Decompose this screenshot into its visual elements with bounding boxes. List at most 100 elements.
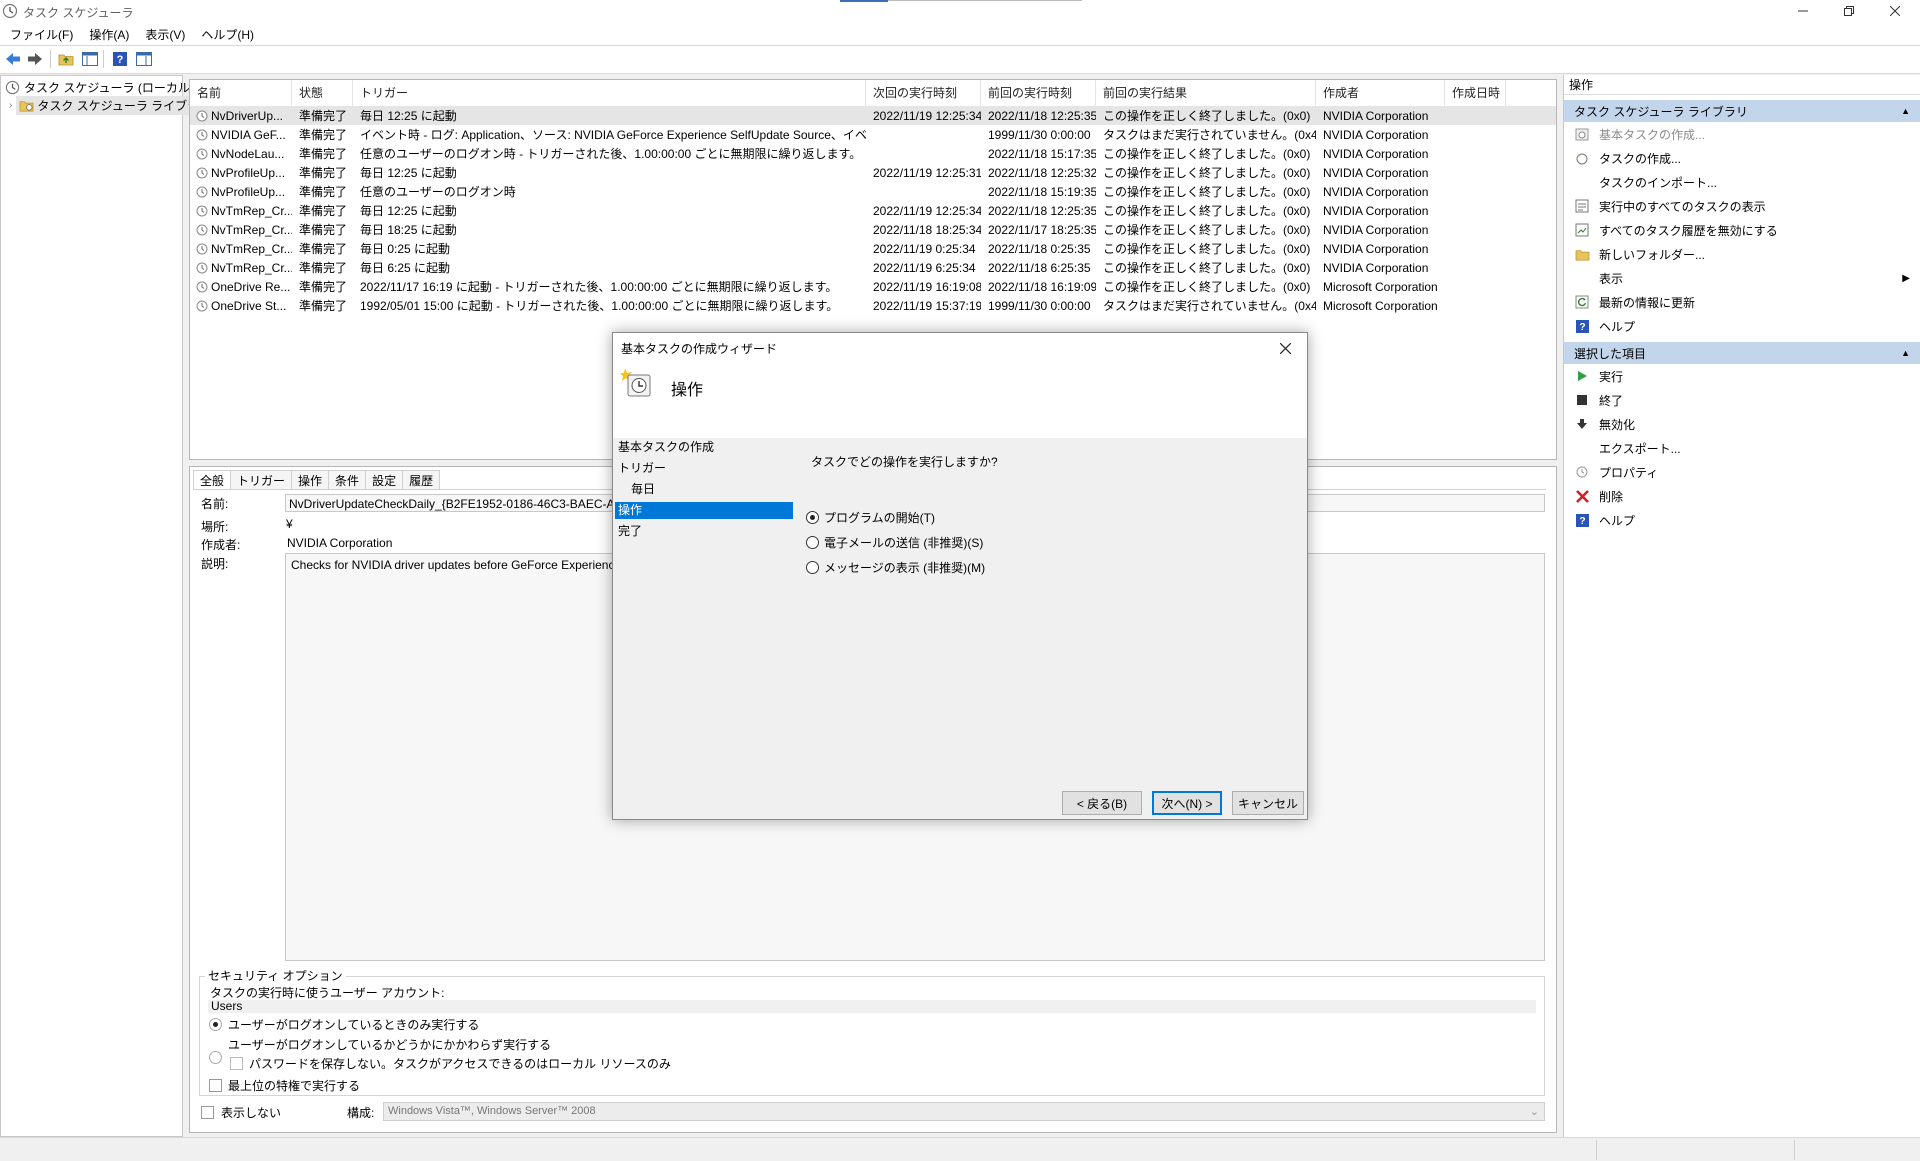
config-dropdown[interactable]: Windows Vista™, Windows Server™ 2008 ⌄ bbox=[383, 1102, 1545, 1121]
location-value: ¥ bbox=[286, 517, 293, 531]
tab-general[interactable]: 全般 bbox=[193, 470, 232, 490]
restore-button[interactable] bbox=[1826, 0, 1872, 22]
menu-help[interactable]: ヘルプ(H) bbox=[195, 26, 260, 43]
tab-triggers[interactable]: トリガー bbox=[230, 470, 293, 490]
chevron-right-icon[interactable]: › bbox=[9, 100, 12, 111]
table-row[interactable]: OneDrive St... 準備完了 1992/05/01 15:00 に起動 -… bbox=[190, 296, 1556, 315]
forward-arrow-icon[interactable] bbox=[26, 50, 44, 68]
help-icon[interactable]: ? bbox=[111, 50, 129, 68]
task-status-cell: 準備完了 bbox=[299, 223, 348, 237]
description-label: 説明: bbox=[201, 557, 229, 571]
table-row[interactable]: NvDriverUp... 準備完了 毎日 12:25 に起動 2022/11/19 … bbox=[190, 106, 1556, 125]
action-item[interactable]: エクスポート... bbox=[1564, 436, 1920, 460]
menu-file[interactable]: ファイル(F) bbox=[4, 26, 79, 43]
task-name-cell: NvProfileUp... bbox=[190, 185, 292, 199]
table-row[interactable]: NvTmRep_Cr... 準備完了 毎日 12:25 に起動 2022/11/19 … bbox=[190, 201, 1556, 220]
tree-item-library[interactable]: › タスク スケジューラ ライブラリ bbox=[1, 95, 215, 115]
action-item[interactable]: タスクのインポート... bbox=[1564, 170, 1920, 194]
task-status-cell: 準備完了 bbox=[299, 109, 348, 123]
action-item[interactable]: 無効化 bbox=[1564, 412, 1920, 436]
minimize-button[interactable] bbox=[1780, 0, 1826, 22]
table-row[interactable]: NvProfileUp... 準備完了 任意のユーザーのログオン時 2022/11/1… bbox=[190, 182, 1556, 201]
tab-history[interactable]: 履歴 bbox=[402, 470, 441, 490]
folder-up-icon[interactable] bbox=[57, 50, 75, 68]
task-name: OneDrive Re... bbox=[211, 279, 291, 294]
tree-item-root[interactable]: タスク スケジューラ (ローカル) bbox=[1, 78, 194, 96]
tab-actions[interactable]: 操作 bbox=[291, 470, 330, 490]
column-header-author[interactable]: 作成者 bbox=[1316, 80, 1445, 106]
title-divider bbox=[888, 0, 1082, 1]
config-value: Windows Vista™, Windows Server™ 2008 bbox=[388, 1105, 596, 1117]
table-row[interactable]: NvProfileUp... 準備完了 毎日 12:25 に起動 2022/11/19… bbox=[190, 163, 1556, 182]
table-row[interactable]: NVIDIA GeF... 準備完了 イベント時 - ログ: Application… bbox=[190, 125, 1556, 144]
chevron-up-icon[interactable]: ▲ bbox=[1901, 348, 1910, 358]
toolbar bbox=[0, 46, 1920, 74]
chevron-up-icon[interactable]: ▲ bbox=[1901, 106, 1910, 116]
task-status-cell: 準備完了 bbox=[299, 242, 348, 256]
table-row[interactable]: NvTmRep_Cr... 準備完了 毎日 18:25 に起動 2022/11/18 … bbox=[190, 220, 1556, 239]
action-item[interactable]: ? ヘルプ bbox=[1564, 508, 1920, 532]
column-header-next-run[interactable]: 次回の実行時刻 bbox=[866, 80, 981, 106]
task-status-cell: 準備完了 bbox=[299, 128, 348, 142]
action-pane-icon[interactable] bbox=[135, 50, 153, 68]
last-run-cell: 2022/11/18 12:25:35 bbox=[988, 203, 1096, 218]
column-header-last-run[interactable]: 前回の実行時刻 bbox=[981, 80, 1096, 106]
action-item[interactable]: 表示 ▶ bbox=[1564, 266, 1920, 290]
tab-conditions[interactable]: 条件 bbox=[328, 470, 367, 490]
option-send-email[interactable]: 電子メールの送信 (非推奨)(S) bbox=[806, 530, 985, 555]
action-item[interactable]: プロパティ bbox=[1564, 460, 1920, 484]
table-row[interactable]: NvTmRep_Cr... 準備完了 毎日 0:25 に起動 2022/11/19 0… bbox=[190, 239, 1556, 258]
column-header-trigger[interactable]: トリガー bbox=[353, 80, 866, 106]
radio-run-whether-logged-on[interactable] bbox=[209, 1051, 222, 1064]
action-item[interactable]: タスクの作成... bbox=[1564, 146, 1920, 170]
radio-button[interactable] bbox=[806, 536, 819, 549]
checkbox-hidden[interactable] bbox=[201, 1106, 214, 1119]
selected-section-header[interactable]: 選択した項目 ▲ bbox=[1564, 342, 1920, 364]
table-row[interactable]: NvNodeLau... 準備完了 任意のユーザーのログオン時 - トリガーされた後… bbox=[190, 144, 1556, 163]
action-item[interactable]: 削除 bbox=[1564, 484, 1920, 508]
task-scheduler-app-icon bbox=[2, 3, 18, 19]
table-row[interactable]: NvTmRep_Cr... 準備完了 毎日 6:25 に起動 2022/11/19 6… bbox=[190, 258, 1556, 277]
column-header-name[interactable]: 名前 bbox=[190, 80, 292, 106]
action-item[interactable]: 新しいフォルダー... bbox=[1564, 242, 1920, 266]
back-button[interactable]: < 戻る(B) bbox=[1062, 791, 1142, 815]
next-button[interactable]: 次へ(N) > bbox=[1152, 791, 1222, 815]
task-clock-icon bbox=[196, 224, 208, 236]
task-name: OneDrive St... bbox=[211, 298, 287, 313]
library-section-header[interactable]: タスク スケジューラ ライブラリ ▲ bbox=[1564, 100, 1920, 122]
option-display-message[interactable]: メッセージの表示 (非推奨)(M) bbox=[806, 555, 985, 580]
svg-text:?: ? bbox=[1579, 322, 1585, 333]
tab-settings[interactable]: 設定 bbox=[365, 470, 404, 490]
radio-button[interactable] bbox=[806, 511, 819, 524]
action-item[interactable]: すべてのタスク履歴を無効にする bbox=[1564, 218, 1920, 242]
action-item[interactable]: 終了 bbox=[1564, 388, 1920, 412]
task-trigger-cell: 毎日 12:25 に起動 bbox=[360, 204, 457, 218]
checkbox-no-password[interactable] bbox=[230, 1057, 243, 1070]
dialog-close-button[interactable] bbox=[1273, 337, 1297, 359]
column-header-created[interactable]: 作成日時 bbox=[1445, 80, 1506, 106]
menu-action[interactable]: 操作(A) bbox=[83, 26, 135, 43]
svg-text:?: ? bbox=[1579, 516, 1585, 527]
task-status-cell: 準備完了 bbox=[299, 147, 348, 161]
radio-run-logged-on[interactable] bbox=[209, 1018, 222, 1031]
radio-button[interactable] bbox=[806, 561, 819, 574]
show-hide-tree-icon[interactable] bbox=[81, 50, 99, 68]
author-cell: NVIDIA Corporation bbox=[1323, 127, 1429, 142]
last-run-cell: 2022/11/17 18:25:35 bbox=[988, 222, 1096, 237]
task-name-cell: NvDriverUp... bbox=[190, 109, 292, 123]
action-item[interactable]: 実行 bbox=[1564, 364, 1920, 388]
close-window-button[interactable] bbox=[1872, 0, 1918, 22]
action-item[interactable]: ? ヘルプ bbox=[1564, 314, 1920, 338]
task-name-cell: NVIDIA GeF... bbox=[190, 128, 292, 142]
menu-view[interactable]: 表示(V) bbox=[139, 26, 191, 43]
column-header-status[interactable]: 状態 bbox=[292, 80, 353, 106]
cancel-button[interactable]: キャンセル bbox=[1232, 791, 1304, 815]
table-row[interactable]: OneDrive Re... 準備完了 2022/11/17 16:19 に起動 -… bbox=[190, 277, 1556, 296]
option-start-program[interactable]: プログラムの開始(T) bbox=[806, 505, 985, 530]
checkbox-highest-privileges[interactable] bbox=[209, 1079, 222, 1092]
action-item[interactable]: 最新の情報に更新 bbox=[1564, 290, 1920, 314]
column-header-last-result[interactable]: 前回の実行結果 bbox=[1096, 80, 1316, 106]
back-arrow-icon[interactable] bbox=[4, 50, 22, 68]
action-item[interactable]: 基本タスクの作成... bbox=[1564, 122, 1920, 146]
action-item[interactable]: 実行中のすべてのタスクの表示 bbox=[1564, 194, 1920, 218]
